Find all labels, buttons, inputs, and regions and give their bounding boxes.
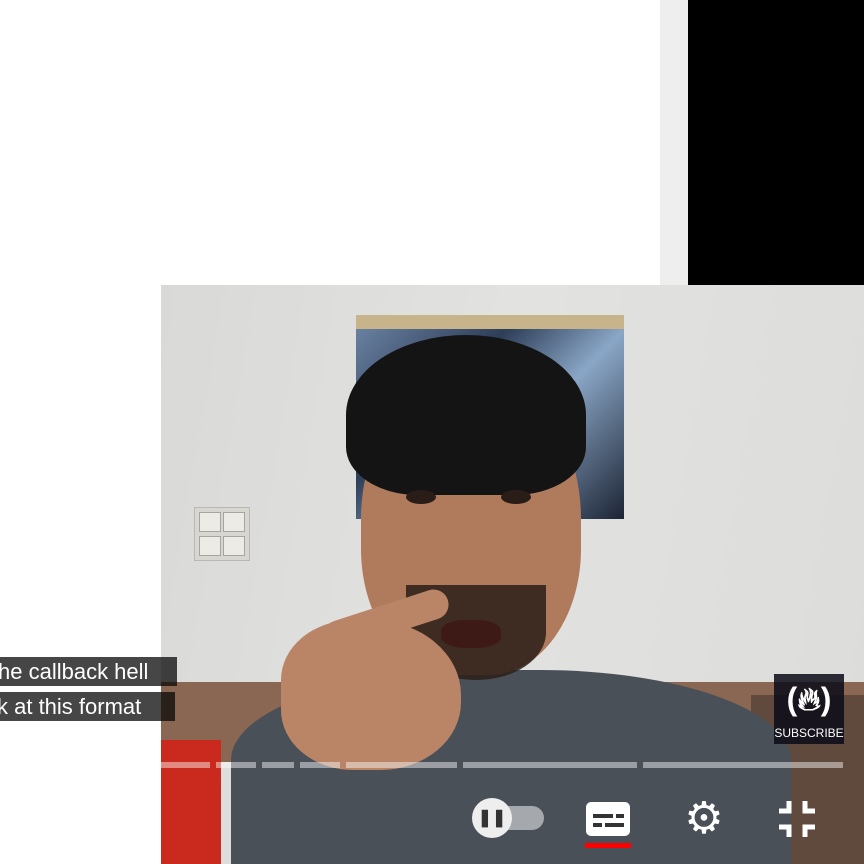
speaker-hair — [346, 335, 586, 495]
black-panel — [688, 0, 864, 285]
freecodecamp-logo-icon: (🔥︎) — [786, 681, 832, 717]
speaker-mouth — [441, 620, 501, 648]
autoplay-toggle[interactable]: ❚❚ — [472, 798, 546, 838]
gear-icon: ⚙︎ — [684, 794, 724, 843]
chapter-segment[interactable] — [346, 762, 457, 768]
pause-icon: ❚❚ — [472, 798, 512, 838]
chapter-segment[interactable] — [216, 762, 256, 768]
blank-page-area — [0, 0, 660, 287]
exit-fullscreen-icon — [779, 801, 815, 837]
chapter-progress-bar[interactable] — [0, 762, 864, 768]
chapter-segment[interactable] — [300, 762, 340, 768]
wall-switchboard — [194, 507, 250, 561]
settings-button[interactable]: ⚙︎ — [681, 796, 727, 842]
speaker-hand — [281, 620, 461, 770]
caption-line-2: k at this format — [0, 692, 175, 721]
chapter-segment[interactable] — [0, 762, 38, 768]
exit-fullscreen-button[interactable] — [774, 796, 820, 842]
chapter-segment[interactable] — [463, 762, 637, 768]
subscribe-watermark-button[interactable]: (🔥︎) SUBSCRIBE — [774, 674, 844, 744]
caption-line-1: he callback hell — [0, 657, 177, 686]
subtitles-icon — [586, 802, 630, 836]
chapter-segment[interactable] — [45, 762, 210, 768]
speaker-left-eye — [406, 490, 436, 504]
red-cushion — [161, 740, 221, 864]
subscribe-label: SUBSCRIBE — [774, 726, 844, 740]
subtitles-active-indicator — [585, 843, 631, 848]
video-player[interactable] — [161, 285, 864, 864]
speaker-right-eye — [501, 490, 531, 504]
chapter-segment[interactable] — [262, 762, 294, 768]
chapter-segment[interactable] — [643, 762, 843, 768]
subtitles-button[interactable] — [584, 796, 632, 842]
panel-divider — [660, 0, 688, 287]
